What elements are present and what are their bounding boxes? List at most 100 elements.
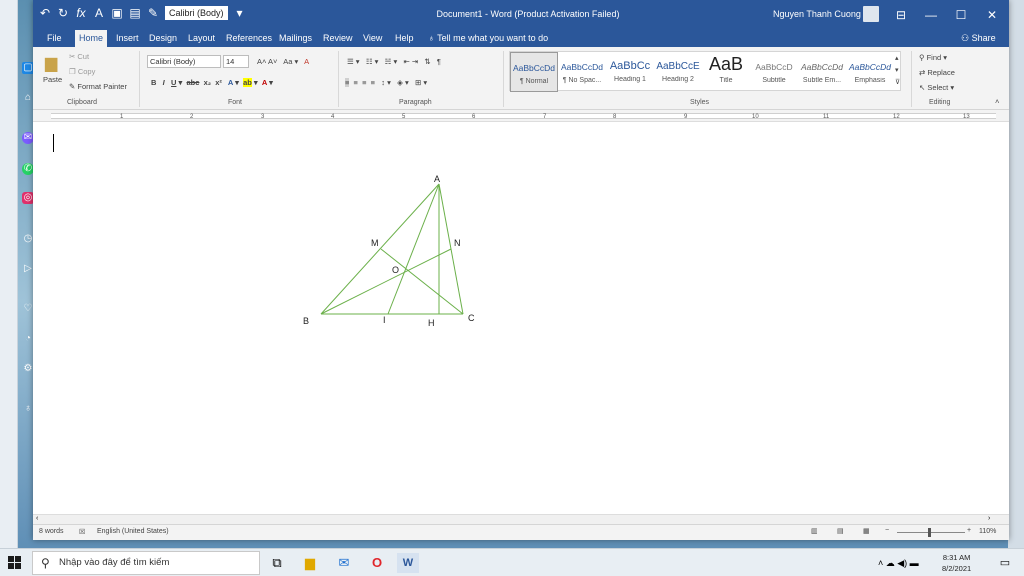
taskbar-search[interactable]: ⚲ Nhập vào đây để tìm kiếm [32, 551, 260, 575]
file-explorer-icon[interactable]: ▆ [299, 553, 321, 573]
replace-button[interactable]: ⇄ Replace [919, 68, 955, 77]
tab-review[interactable]: Review [319, 30, 357, 47]
word-taskbar-icon[interactable]: W [397, 553, 419, 573]
read-mode-icon[interactable]: ▥ [811, 527, 818, 535]
tab-insert[interactable]: Insert [112, 30, 143, 47]
zoom-slider-thumb[interactable] [928, 528, 931, 537]
tell-me-box[interactable]: ♁ Tell me what you want to do [428, 30, 548, 47]
clock[interactable]: 8:31 AM 8/2/2021 [942, 552, 971, 574]
word-count[interactable]: 8 words [39, 528, 64, 535]
style-sample: AaBbCcDd [848, 62, 892, 72]
clock-date: 8/2/2021 [942, 564, 972, 573]
paste-button[interactable]: Paste [43, 75, 62, 84]
find-button[interactable]: ⚲ Find ▾ [919, 53, 947, 62]
style-normal[interactable]: AaBbCcDd ¶ Normal [510, 52, 558, 92]
zoom-in-icon[interactable]: + [967, 527, 971, 534]
tab-references[interactable]: References [222, 30, 276, 47]
function-icon[interactable]: fx [75, 6, 87, 20]
format-buttons[interactable]: B I U ▾ abc x₂ x² A ▾ ab ▾ A ▾ [151, 78, 273, 87]
ruler-number: 13 [963, 114, 970, 120]
copy-button[interactable]: ❐ Copy [69, 67, 95, 76]
system-tray-icons[interactable]: ˄ ☁ ◀) ▬ [878, 553, 938, 573]
font-size-box[interactable]: 14 [223, 55, 249, 68]
copy-icon: ❐ [69, 67, 78, 76]
user-name[interactable]: Nguyen Thanh Cuong [773, 9, 861, 19]
ribbon-display-icon[interactable]: ⊟ [888, 5, 914, 25]
clipboard-icon[interactable]: ▆ [45, 53, 57, 73]
zoom-out-icon[interactable]: − [885, 527, 889, 534]
tab-design[interactable]: Design [145, 30, 181, 47]
select-button[interactable]: ↖ Select ▾ [919, 83, 954, 92]
tab-home[interactable]: Home [75, 30, 108, 47]
language-status[interactable]: English (United States) [97, 528, 169, 535]
ruler-number: 3 [261, 114, 265, 120]
maximize-button[interactable]: ☐ [948, 5, 974, 25]
undo-icon[interactable]: ↶ [39, 6, 51, 20]
document-page[interactable]: A B C M N O I H [33, 122, 1009, 514]
clock-time: 8:31 AM [942, 553, 971, 562]
tab-layout[interactable]: Layout [184, 30, 219, 47]
print-preview-icon[interactable]: ▤ [129, 6, 141, 20]
ruler-number: 8 [613, 114, 617, 120]
spell-icon[interactable]: A [93, 6, 105, 20]
customize-qat-icon[interactable]: ▾ [234, 6, 246, 20]
align-buttons[interactable]: ≡ ≡ ≡ ≡ ↕ ▾ ◈ ▾ ⊞ ▾ [345, 78, 427, 87]
cut-button[interactable]: ✂ Cut [69, 52, 89, 61]
share-button[interactable]: ⚇ Share [961, 30, 996, 47]
style-heading-2[interactable]: AaBbCcE Heading 2 [654, 52, 702, 92]
style-subtitle[interactable]: AaBbCcD Subtitle [750, 52, 798, 92]
document-title: Document1 - Word (Product Activation Fai… [436, 9, 620, 19]
tab-help[interactable]: Help [391, 30, 418, 47]
style-emphasis[interactable]: AaBbCcDd Emphasis [846, 52, 894, 92]
replace-label: Replace [927, 68, 955, 77]
style-heading-1[interactable]: AaBbCc Heading 1 [606, 52, 654, 92]
notification-icon[interactable]: ▭ [994, 553, 1016, 573]
ruler-number: 12 [893, 114, 900, 120]
style-sample: AaBbCc [609, 60, 651, 72]
format-painter-button[interactable]: ✎ Format Painter [69, 82, 127, 91]
scroll-left-icon[interactable]: ‹ [36, 515, 38, 522]
ribbon: ▆ Paste ✂ Cut ❐ Copy ✎ Format Painter Cl… [33, 47, 1009, 110]
styles-scroll-icon[interactable]: ▴ ▾ ⊽ [895, 53, 900, 89]
segment-ai [387, 183, 440, 315]
ruler-number: 2 [190, 114, 194, 120]
highlight-icon[interactable]: ✎ [147, 6, 159, 20]
font-group-label: Font [228, 99, 243, 106]
collapse-ribbon-icon[interactable]: ˄ [995, 97, 999, 106]
task-view-icon[interactable]: ⧉ [266, 553, 288, 573]
style-title[interactable]: AaB Title [702, 52, 750, 92]
close-button[interactable]: ✕ [979, 5, 1005, 25]
save-icon[interactable]: ▣ [111, 6, 123, 20]
qat-font-box[interactable]: Calibri (Body) [165, 6, 228, 20]
tab-view[interactable]: View [359, 30, 386, 47]
style-no-spacing[interactable]: AaBbCcDd ¶ No Spac... [558, 52, 606, 92]
background-window-edge [0, 0, 18, 548]
proofing-icon[interactable]: ☒ [79, 528, 85, 536]
separator [139, 51, 140, 107]
zoom-slider[interactable] [897, 532, 965, 533]
mail-icon[interactable]: ✉ [333, 553, 355, 573]
redo-icon[interactable]: ↻ [57, 6, 69, 20]
style-sample: AaBbCcD [755, 62, 793, 72]
scroll-right-icon[interactable]: › [988, 515, 990, 522]
tab-mailings[interactable]: Mailings [275, 30, 316, 47]
web-layout-icon[interactable]: ▦ [863, 527, 870, 535]
select-label: Select [927, 83, 949, 92]
opera-icon[interactable]: O [366, 553, 388, 573]
font-name-box[interactable]: Calibri (Body) [147, 55, 221, 68]
minimize-button[interactable]: — [918, 5, 944, 25]
style-subtle-emphasis[interactable]: AaBbCcDd Subtle Em... [798, 52, 846, 92]
separator [338, 51, 339, 107]
tab-file[interactable]: File [43, 30, 66, 47]
print-layout-icon[interactable]: ▤ [837, 527, 844, 535]
zoom-level[interactable]: 110% [979, 528, 996, 535]
ruler-number: 10 [752, 114, 759, 120]
list-buttons[interactable]: ☰ ▾ ☷ ▾ ☵ ▾ ⇤ ⇥ ⇅ ¶ [347, 57, 441, 66]
horizontal-scrollbar[interactable]: ‹ › [33, 514, 1009, 524]
windows-start-icon[interactable] [8, 556, 22, 570]
style-sample: AaBbCcDd [800, 62, 844, 72]
label-h: H [428, 318, 435, 328]
avatar[interactable] [863, 6, 879, 22]
font-grow-shrink-icon[interactable]: A˄ A˅ Aa ▾ A [257, 57, 309, 66]
triangle-figure[interactable]: A B C M N O I H [33, 122, 1009, 514]
